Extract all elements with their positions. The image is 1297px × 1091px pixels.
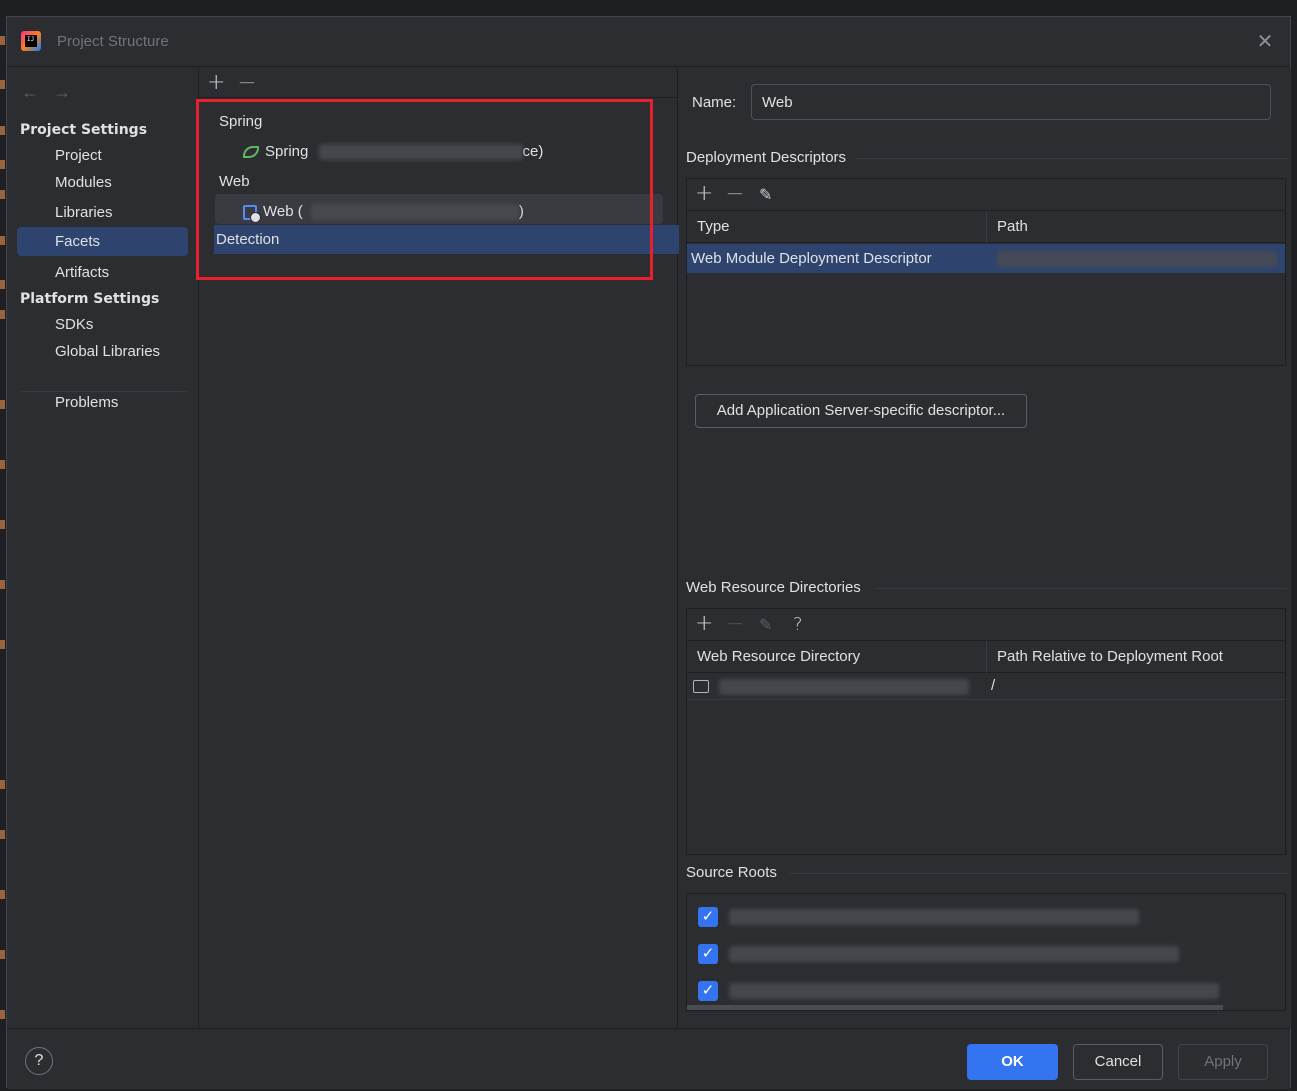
facets-toolbar: + — (199, 68, 677, 98)
redacted-path (729, 983, 1219, 999)
deployment-descriptors-table: + — ✎ Type Path Web Module Deployment De… (686, 178, 1286, 366)
web-resources-toolbar: + — ✎ ? (687, 609, 1285, 641)
add-facet-icon[interactable]: + (207, 72, 225, 94)
descriptor-type: Web Module Deployment Descriptor (691, 250, 932, 267)
spring-facet-suffix: ce) (522, 143, 544, 160)
column-web-resource-directory[interactable]: Web Resource Directory (687, 641, 987, 673)
horizontal-scrollbar[interactable] (687, 1005, 1223, 1010)
dialog-footer: ? OK Cancel Apply (7, 1028, 1290, 1089)
tree-group-web[interactable]: Web (219, 168, 250, 196)
column-path-relative[interactable]: Path Relative to Deployment Root (987, 641, 1287, 673)
name-label: Name: (692, 94, 737, 111)
window-title: Project Structure (57, 33, 169, 50)
add-descriptor-icon[interactable]: + (695, 183, 713, 205)
remove-descriptor-icon[interactable]: — (727, 182, 743, 204)
ok-button[interactable]: OK (967, 1044, 1058, 1080)
table-row[interactable]: / (687, 674, 1285, 700)
source-root-checkbox[interactable]: ✓ (698, 907, 718, 927)
remove-facet-icon[interactable]: — (239, 71, 255, 93)
source-root-checkbox[interactable]: ✓ (698, 944, 718, 964)
nav-arrows: ← → (21, 82, 71, 103)
redacted-text (318, 144, 523, 161)
sidebar-item-global-libraries[interactable]: Global Libraries (17, 337, 188, 366)
help-icon[interactable]: ? (793, 614, 803, 636)
web-resources-table: + — ✎ ? Web Resource Directory Path Rela… (686, 608, 1286, 855)
group-divider (857, 158, 1287, 159)
relative-path: / (991, 677, 996, 694)
source-roots-title: Source Roots (686, 864, 777, 881)
spring-facet-label: Spring (265, 143, 309, 160)
redacted-path (997, 251, 1277, 267)
column-type[interactable]: Type (687, 211, 987, 243)
intellij-app-icon: IJ (21, 31, 41, 51)
facet-details-panel: Name: Deployment Descriptors + — ✎ Type … (679, 68, 1291, 1028)
group-divider (789, 873, 1287, 874)
web-resource-directories-title: Web Resource Directories (686, 579, 861, 596)
redacted-path (719, 679, 969, 695)
project-structure-dialog: IJ Project Structure ✕ ← → Project Setti… (6, 16, 1291, 1089)
web-module-icon (243, 204, 261, 223)
facets-tree-panel: + — Spring Spring ce) Web Web ( ) Detect… (198, 68, 679, 1028)
back-arrow-icon[interactable]: ← (21, 82, 39, 103)
add-server-descriptor-button[interactable]: Add Application Server-specific descript… (695, 394, 1027, 428)
redacted-path (729, 946, 1179, 962)
redacted-path (729, 909, 1139, 925)
section-project-settings: Project Settings (20, 122, 148, 138)
close-icon[interactable]: ✕ (1254, 31, 1276, 53)
title-bar: IJ Project Structure ✕ (7, 17, 1290, 67)
sidebar-item-project[interactable]: Project (17, 141, 188, 170)
forward-arrow-icon[interactable]: → (53, 82, 71, 103)
sidebar-item-problems[interactable]: Problems (17, 388, 188, 417)
group-divider (875, 588, 1287, 589)
section-platform-settings: Platform Settings (20, 291, 160, 307)
source-roots-list: ✓ ✓ ✓ (686, 893, 1286, 1011)
sidebar: ← → Project Settings Project Modules Lib… (7, 68, 197, 1028)
name-input[interactable] (751, 84, 1271, 120)
sidebar-item-artifacts[interactable]: Artifacts (17, 258, 188, 287)
tree-item-detection-selected[interactable]: Detection (214, 225, 679, 254)
web-facet-label: Web ( (263, 203, 303, 220)
tree-item-spring-facet[interactable]: Spring ce) (243, 138, 543, 166)
add-resource-icon[interactable]: + (695, 613, 713, 635)
web-facet-suffix: ) (518, 203, 524, 220)
tree-item-web-facet[interactable]: Web ( ) (243, 198, 524, 226)
web-resources-table-header: Web Resource Directory Path Relative to … (687, 641, 1285, 673)
edit-resource-icon[interactable]: ✎ (759, 614, 772, 636)
sidebar-item-libraries[interactable]: Libraries (17, 198, 188, 227)
help-button[interactable]: ? (25, 1047, 53, 1075)
source-root-checkbox[interactable]: ✓ (698, 981, 718, 1001)
folder-icon (693, 680, 709, 693)
tree-group-spring[interactable]: Spring (219, 108, 262, 136)
sidebar-item-sdks[interactable]: SDKs (17, 310, 188, 339)
sidebar-item-facets[interactable]: Facets (17, 227, 188, 256)
detection-label: Detection (216, 231, 280, 248)
redacted-text (310, 204, 519, 221)
edit-descriptor-icon[interactable]: ✎ (759, 184, 772, 206)
deployment-toolbar: + — ✎ (687, 179, 1285, 211)
apply-button[interactable]: Apply (1178, 1044, 1268, 1080)
deployment-descriptors-title: Deployment Descriptors (686, 149, 847, 166)
sidebar-item-modules[interactable]: Modules (17, 168, 188, 197)
spring-leaf-icon (243, 146, 259, 159)
cancel-button[interactable]: Cancel (1073, 1044, 1163, 1080)
column-path[interactable]: Path (987, 211, 1287, 243)
table-row[interactable]: Web Module Deployment Descriptor (687, 244, 1285, 273)
remove-resource-icon[interactable]: — (727, 612, 743, 634)
deployment-table-header: Type Path (687, 211, 1285, 243)
